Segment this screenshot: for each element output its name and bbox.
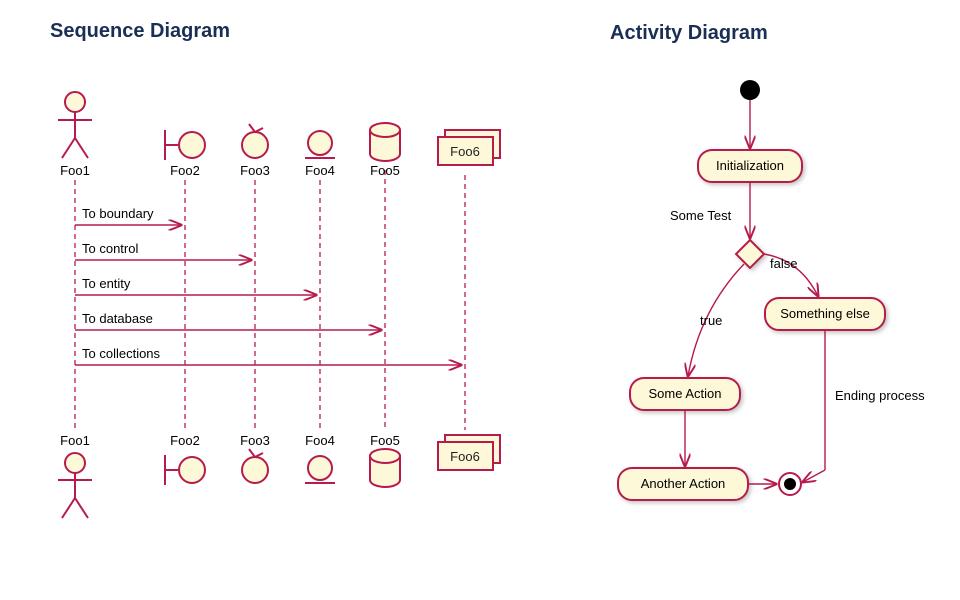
participant-label-foo2-top: Foo2 bbox=[170, 163, 200, 178]
start-node bbox=[740, 80, 760, 100]
control-icon-bottom bbox=[242, 449, 268, 483]
actor-icon-bottom bbox=[58, 453, 92, 518]
activity-diagram: Initialization Some Test false true Some… bbox=[560, 50, 960, 590]
control-icon bbox=[242, 124, 268, 158]
participant-label-foo4-bottom: Foo4 bbox=[305, 433, 335, 448]
action-some-action-label: Some Action bbox=[649, 386, 722, 401]
participant-label-foo4-top: Foo4 bbox=[305, 163, 335, 178]
action-something-else-label: Something else bbox=[780, 306, 870, 321]
edge-somethingelse-end-2 bbox=[803, 470, 825, 482]
sequence-title: Sequence Diagram bbox=[50, 20, 230, 43]
edge-label-ending: Ending process bbox=[835, 388, 925, 403]
database-icon-bottom bbox=[370, 449, 400, 487]
participant-label-foo3-top: Foo3 bbox=[240, 163, 270, 178]
action-another-action-label: Another Action bbox=[641, 476, 726, 491]
message-label-collections: To collections bbox=[82, 346, 161, 361]
actor-icon bbox=[58, 92, 92, 158]
participant-label-foo5-bottom: Foo5 bbox=[370, 433, 400, 448]
edge-label-some-test: Some Test bbox=[670, 208, 732, 223]
decision-node bbox=[736, 240, 764, 268]
message-label-boundary: To boundary bbox=[82, 206, 154, 221]
boundary-icon bbox=[165, 130, 205, 160]
participant-label-foo6-top: Foo6 bbox=[450, 144, 480, 159]
participant-label-foo3-bottom: Foo3 bbox=[240, 433, 270, 448]
participant-label-foo1-top: Foo1 bbox=[60, 163, 90, 178]
message-label-control: To control bbox=[82, 241, 138, 256]
sequence-diagram: Foo1 Foo2 Foo3 Foo4 Foo5 Foo6 To boundar… bbox=[20, 60, 560, 580]
message-label-database: To database bbox=[82, 311, 153, 326]
edge-label-false: false bbox=[770, 256, 797, 271]
participant-label-foo5-top: Foo5 bbox=[370, 163, 400, 178]
activity-title: Activity Diagram bbox=[610, 22, 768, 45]
participant-label-foo1-bottom: Foo1 bbox=[60, 433, 90, 448]
entity-icon-bottom bbox=[305, 456, 335, 483]
end-node bbox=[779, 473, 801, 495]
participant-label-foo2-bottom: Foo2 bbox=[170, 433, 200, 448]
message-label-entity: To entity bbox=[82, 276, 131, 291]
collections-icon: Foo6 bbox=[438, 130, 500, 165]
boundary-icon-bottom bbox=[165, 455, 205, 485]
action-initialization-label: Initialization bbox=[716, 158, 784, 173]
participant-label-foo6-bottom: Foo6 bbox=[450, 449, 480, 464]
edge-label-true: true bbox=[700, 313, 722, 328]
database-icon bbox=[370, 123, 400, 161]
entity-icon bbox=[305, 131, 335, 158]
collections-icon-bottom: Foo6 bbox=[438, 435, 500, 470]
